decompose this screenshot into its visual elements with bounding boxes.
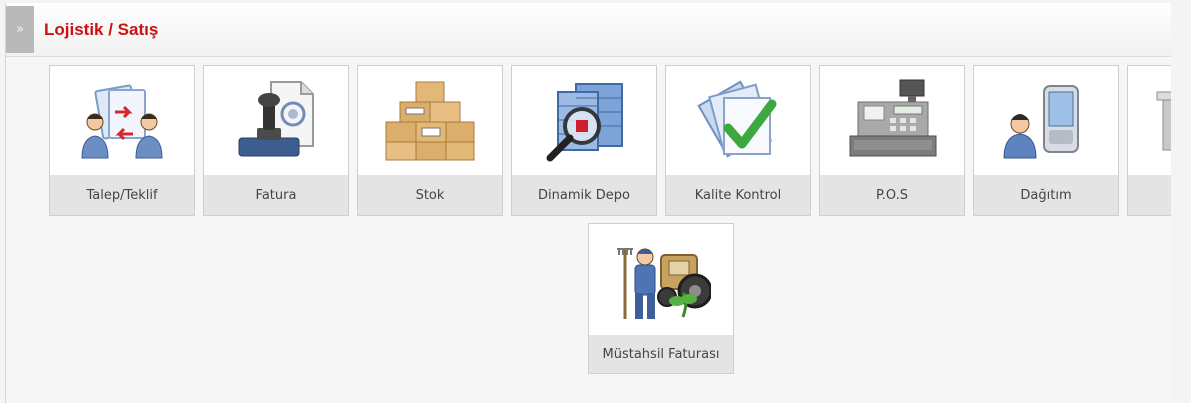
tile-stok[interactable]: Stok — [357, 65, 503, 216]
page-title: Lojistik / Satış — [44, 20, 159, 39]
tile-mustahsil-faturasi[interactable]: Müstahsil Faturası — [588, 223, 734, 374]
tile-pos[interactable]: P.O.S — [819, 65, 965, 216]
farmer-tractor-icon — [617, 247, 711, 319]
tile-label: Müstahsil Faturası — [589, 335, 733, 373]
checkmark-document-icon — [697, 80, 777, 158]
boxes-icon — [385, 81, 475, 161]
tile-label: Fatura — [204, 175, 348, 215]
logistics-sales-panel: » Lojistik / Satış Talep/Teklif Fatura S… — [5, 3, 1171, 403]
stamp-invoice-icon — [238, 81, 314, 157]
people-exchange-icon — [81, 84, 163, 159]
tile-fatura[interactable]: Fatura — [203, 65, 349, 216]
tile-dagitim[interactable]: Dağıtım — [973, 65, 1119, 216]
tile-dinamik-depo[interactable]: Dinamik Depo — [511, 65, 657, 216]
magnifier-warehouse-icon — [546, 83, 623, 162]
tile-label: Stok — [358, 175, 502, 215]
panel-header: » Lojistik / Satış — [6, 3, 1171, 57]
tile-label — [1128, 175, 1171, 215]
tile-talep-teklif[interactable]: Talep/Teklif — [49, 65, 195, 216]
tile-label: Dağıtım — [974, 175, 1118, 215]
tile-label: P.O.S — [820, 175, 964, 215]
tile-label: Kalite Kontrol — [666, 175, 810, 215]
tile-partial[interactable] — [1127, 65, 1171, 216]
expand-toggle-button[interactable]: » — [6, 6, 34, 53]
tile-label: Talep/Teklif — [50, 175, 194, 215]
person-pda-icon — [1003, 85, 1079, 159]
tile-label: Dinamik Depo — [512, 175, 656, 215]
double-chevron-right-icon: » — [16, 22, 24, 37]
tile-kalite-kontrol[interactable]: Kalite Kontrol — [665, 65, 811, 216]
cash-register-icon — [849, 79, 937, 157]
partial-tile-icon — [1156, 91, 1171, 151]
